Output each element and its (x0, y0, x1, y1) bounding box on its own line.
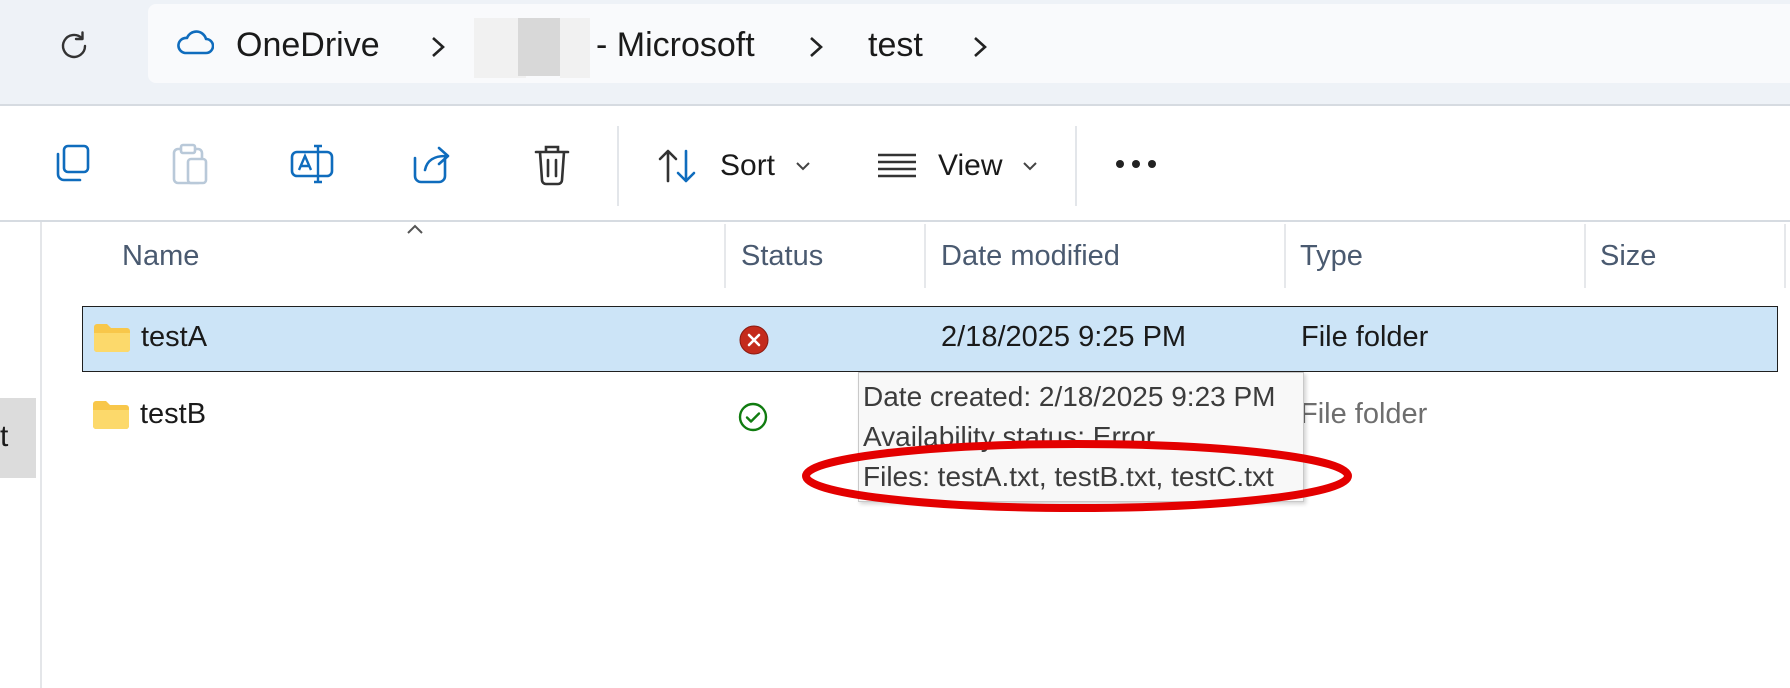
file-type: File folder (1300, 398, 1428, 430)
file-date-modified: 2/18/2025 9:25 PM (941, 321, 1187, 353)
column-header-type[interactable]: Type (1300, 240, 1363, 273)
copy-button[interactable] (42, 134, 102, 194)
redacted-block (518, 18, 562, 76)
redacted-block (560, 18, 590, 78)
file-row-testA[interactable]: testA 2/18/2025 9:25 PM File folder (82, 306, 1778, 372)
file-name[interactable]: testA (141, 321, 207, 354)
column-divider[interactable] (1784, 224, 1786, 288)
column-divider[interactable] (924, 224, 926, 288)
breadcrumb-test[interactable]: test (868, 26, 923, 65)
rename-icon (290, 144, 334, 184)
file-tooltip: Date created: 2/18/2025 9:23 PM Availabi… (858, 372, 1304, 502)
more-icon (1116, 160, 1156, 168)
tooltip-availability-status: Availability status: Error (863, 421, 1156, 452)
sort-ascending-icon (407, 224, 423, 234)
navigation-pane-item-label: t (0, 420, 9, 453)
sync-ok-icon (738, 402, 768, 432)
view-button[interactable]: View (876, 146, 1038, 186)
file-type: File folder (1301, 321, 1429, 353)
column-divider[interactable] (724, 224, 726, 288)
folder-icon (93, 401, 129, 429)
column-header-size[interactable]: Size (1600, 240, 1656, 273)
share-button[interactable] (404, 134, 464, 194)
breadcrumb-onedrive[interactable]: OneDrive (236, 26, 380, 65)
paste-icon (172, 143, 208, 185)
column-header-status[interactable]: Status (741, 240, 823, 273)
column-divider[interactable] (1584, 224, 1586, 288)
sort-label: Sort (720, 149, 776, 182)
chevron-right-icon (810, 37, 823, 57)
column-header-name[interactable]: Name (122, 240, 199, 273)
toolbar-divider (617, 126, 619, 206)
command-bar: Sort View (0, 106, 1790, 222)
sync-error-icon (739, 325, 769, 355)
trash-icon (534, 145, 570, 186)
view-label: View (938, 149, 1003, 182)
chevron-down-icon (796, 162, 810, 171)
chevron-down-icon (1023, 162, 1038, 171)
refresh-button[interactable] (52, 24, 96, 68)
paste-button[interactable] (160, 134, 220, 194)
copy-icon (56, 144, 90, 182)
rename-button[interactable] (282, 134, 342, 194)
cloud-icon (177, 30, 214, 55)
view-list-icon (878, 153, 916, 178)
file-name[interactable]: testB (140, 398, 206, 431)
sort-icon (658, 149, 696, 183)
folder-icon (94, 324, 130, 352)
refresh-icon (61, 31, 87, 59)
delete-button[interactable] (522, 134, 582, 194)
chevron-right-icon (432, 37, 445, 57)
breadcrumb-account[interactable]: - Microsoft (596, 26, 755, 65)
tooltip-files: Files: testA.txt, testB.txt, testC.txt (863, 461, 1274, 492)
chevron-right-icon[interactable] (970, 32, 990, 62)
breadcrumb[interactable]: OneDrive - Microsoft test (148, 4, 1790, 83)
column-header-date-modified[interactable]: Date modified (941, 240, 1120, 273)
sort-button[interactable]: Sort (656, 146, 811, 186)
share-icon (413, 146, 450, 184)
more-options-button[interactable] (1106, 134, 1166, 194)
column-divider[interactable] (1284, 224, 1286, 288)
toolbar-divider (1075, 126, 1077, 206)
navigation-pane-item[interactable]: t (0, 398, 36, 478)
tooltip-date-created: Date created: 2/18/2025 9:23 PM (863, 381, 1276, 412)
